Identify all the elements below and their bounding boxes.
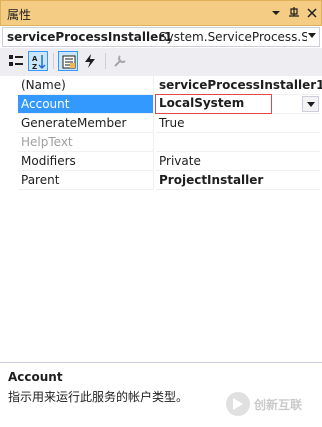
property-value[interactable]: True [156,114,320,133]
property-row[interactable]: (Name) serviceProcessInstaller1 [2,76,322,95]
properties-button[interactable] [58,51,78,71]
watermark: 创新互联 [220,390,320,420]
categorized-button[interactable] [6,51,26,71]
chevron-down-icon [307,102,315,107]
property-name: HelpText [18,133,154,152]
object-type: System.ServiceProcess.Se [159,30,307,44]
account-value-editor[interactable]: LocalSystem [155,94,272,114]
alphabetical-icon: A Z [32,55,46,70]
property-row[interactable]: Modifiers Private [2,152,320,171]
property-pages-button[interactable] [110,51,130,71]
object-dropdown-icon[interactable] [308,33,316,38]
property-value[interactable]: Private [156,152,320,171]
description-title: Account [8,370,63,384]
panel-title: 属性 [7,8,32,22]
watermark-text: 创新互联 [254,398,303,412]
panel-title-bar[interactable]: 属性 [0,0,322,26]
object-selector[interactable]: serviceProcessInstaller1 System.ServiceP… [2,27,320,47]
svg-text:A: A [32,55,38,63]
watermark-logo-icon [226,392,250,416]
svg-text:Z: Z [32,63,37,70]
events-icon [85,54,95,68]
property-value[interactable]: ProjectInstaller [156,171,320,190]
chevron-down-icon[interactable] [269,5,283,21]
toolbar-separator [53,53,54,69]
property-value[interactable]: serviceProcessInstaller1 [156,76,322,95]
events-button[interactable] [80,51,100,71]
property-name: (Name) [18,76,154,95]
alphabetical-button[interactable]: A Z [28,51,48,71]
toolbar-separator [105,53,106,69]
property-row[interactable]: Parent ProjectInstaller [2,171,320,190]
account-dropdown-button[interactable] [302,96,319,112]
property-row[interactable]: HelpText [2,133,320,152]
object-name: serviceProcessInstaller1 [7,30,173,44]
property-name: Modifiers [18,152,154,171]
property-name: Account [18,95,154,114]
properties-icon [62,55,76,69]
account-value: LocalSystem [159,96,245,110]
property-name: Parent [18,171,154,190]
categorized-icon [9,55,23,66]
close-icon[interactable] [305,5,319,21]
property-value [156,133,320,152]
description-text: 指示用来运行此服务的帐户类型。 [8,390,189,404]
property-row[interactable]: GenerateMember True [2,114,320,133]
pin-icon[interactable] [287,5,301,21]
property-pages-icon [114,55,126,67]
properties-toolbar: A Z [0,48,322,76]
property-name: GenerateMember [18,114,154,133]
